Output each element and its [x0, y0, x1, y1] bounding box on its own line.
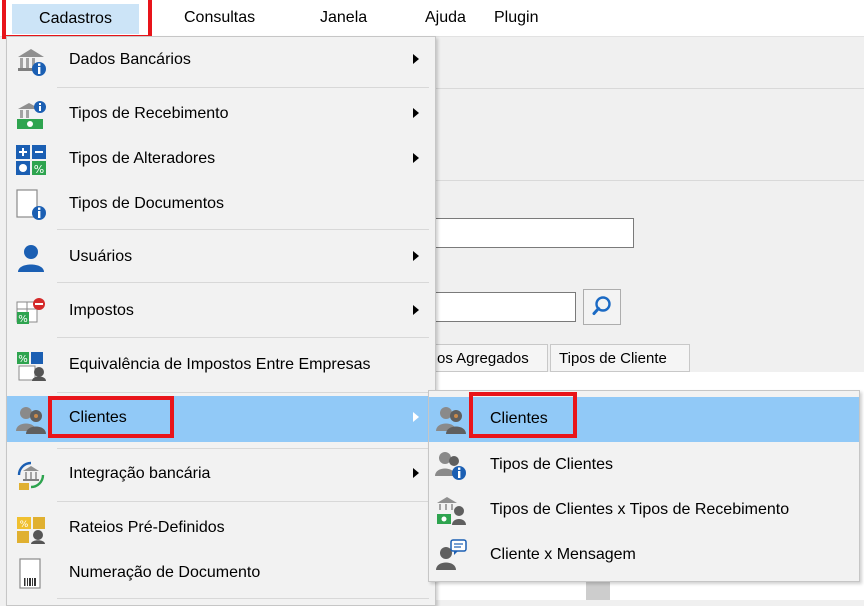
- client-message-icon: [436, 539, 467, 570]
- menu-separator: [57, 598, 429, 599]
- menu-item-label: Rateios Pré-Definidos: [69, 519, 225, 536]
- svg-text:%: %: [18, 314, 28, 325]
- search-button[interactable]: [583, 289, 621, 325]
- menu-item-label: Impostos: [69, 302, 134, 319]
- submenu-item-tipos-de-clientes-x-recebimento[interactable]: Tipos de Clientes x Tipos de Recebimento: [429, 488, 859, 533]
- svg-text:%: %: [18, 354, 28, 365]
- highlight-box-clientes: [48, 396, 174, 438]
- cadastros-dropdown: Dados Bancários Tipos de Recebimento % T…: [6, 36, 436, 606]
- menu-ajuda[interactable]: Ajuda: [425, 9, 466, 27]
- menu-separator: [57, 229, 429, 230]
- submenu-arrow-icon: [413, 251, 419, 261]
- bank-integration-icon: [17, 461, 45, 490]
- submenu-item-label: Cliente x Mensagem: [490, 546, 636, 563]
- highlight-box-cadastros: [2, 0, 152, 39]
- submenu-arrow-icon: [413, 468, 419, 478]
- menu-item-label: Dados Bancários: [69, 51, 191, 68]
- divider: [436, 88, 864, 89]
- bank-info-icon: [18, 49, 46, 76]
- divider: [436, 180, 864, 181]
- menu-item-numeracao-de-documento[interactable]: Numeração de Documento: [7, 551, 435, 597]
- menu-plugin[interactable]: Plugin: [494, 9, 538, 27]
- submenu-arrow-icon: [413, 305, 419, 315]
- client-types-icon: [435, 452, 466, 480]
- svg-text:%: %: [20, 520, 29, 530]
- menu-consultas[interactable]: Consultas: [184, 9, 255, 27]
- search-icon: [592, 296, 611, 315]
- clients-icon: [436, 407, 466, 434]
- scrollbar[interactable]: [586, 582, 610, 600]
- menu-item-tipos-de-documentos[interactable]: Tipos de Documentos: [7, 182, 435, 228]
- submenu-arrow-icon: [413, 108, 419, 118]
- calculator-icon: %: [16, 145, 46, 176]
- submenu-item-cliente-x-mensagem[interactable]: Cliente x Mensagem: [429, 533, 859, 578]
- clients-icon: [16, 407, 46, 434]
- menu-item-label: Usuários: [69, 248, 133, 265]
- menu-item-label: Integração bancária: [69, 465, 211, 482]
- menu-item-label: Numeração de Documento: [69, 564, 261, 581]
- menu-item-tipos-de-alteradores[interactable]: % Tipos de Alteradores: [7, 137, 435, 183]
- menu-item-tipos-de-recebimento[interactable]: Tipos de Recebimento: [7, 92, 435, 138]
- menu-separator: [57, 448, 429, 449]
- menu-item-equivalencia-impostos[interactable]: % Equivalência de Impostos Entre Empresa…: [7, 343, 435, 389]
- submenu-arrow-icon: [413, 153, 419, 163]
- user-icon: [18, 245, 44, 272]
- menu-separator: [57, 337, 429, 338]
- submenu-item-tipos-de-clientes[interactable]: Tipos de Clientes: [429, 443, 859, 488]
- tab-agregados[interactable]: os Agregados: [430, 344, 548, 372]
- menu-item-rateios-pre-definidos[interactable]: % Rateios Pré-Definidos: [7, 506, 435, 552]
- search-input[interactable]: [430, 292, 576, 322]
- tax-equivalence-icon: %: [17, 352, 46, 381]
- money-info-icon: [17, 101, 46, 129]
- menu-item-usuarios[interactable]: Usuários: [7, 235, 435, 281]
- apportionment-icon: %: [17, 517, 45, 544]
- menu-item-impostos[interactable]: % Impostos: [7, 289, 435, 335]
- submenu-item-label: Tipos de Clientes x Tipos de Recebimento: [490, 501, 790, 518]
- menu-janela[interactable]: Janela: [320, 9, 367, 27]
- menu-item-dados-bancarios[interactable]: Dados Bancários: [7, 38, 435, 84]
- tax-icon: %: [16, 298, 45, 325]
- menu-item-integracao-bancaria[interactable]: Integração bancária: [7, 452, 435, 498]
- tab-tipos-de-cliente[interactable]: Tipos de Cliente: [550, 344, 690, 372]
- highlight-box-submenu-clientes: [469, 392, 577, 438]
- svg-text:%: %: [34, 163, 44, 176]
- menu-item-label: Tipos de Documentos: [69, 195, 225, 212]
- submenu-arrow-icon: [413, 54, 419, 64]
- document-info-icon: [16, 189, 46, 220]
- barcode-document-icon: [19, 558, 41, 589]
- menu-item-label: Tipos de Alteradores: [69, 150, 216, 167]
- submenu-arrow-icon: [413, 412, 419, 422]
- text-field[interactable]: [430, 218, 634, 248]
- menu-separator: [57, 501, 429, 502]
- menu-item-label: Tipos de Recebimento: [69, 105, 229, 122]
- menu-separator: [57, 282, 429, 283]
- menu-separator: [57, 87, 429, 88]
- submenu-item-label: Tipos de Clientes: [490, 456, 614, 473]
- menu-separator: [57, 392, 429, 393]
- menu-item-label: Equivalência de Impostos Entre Empresas: [69, 356, 371, 373]
- client-receipt-types-icon: [437, 497, 466, 525]
